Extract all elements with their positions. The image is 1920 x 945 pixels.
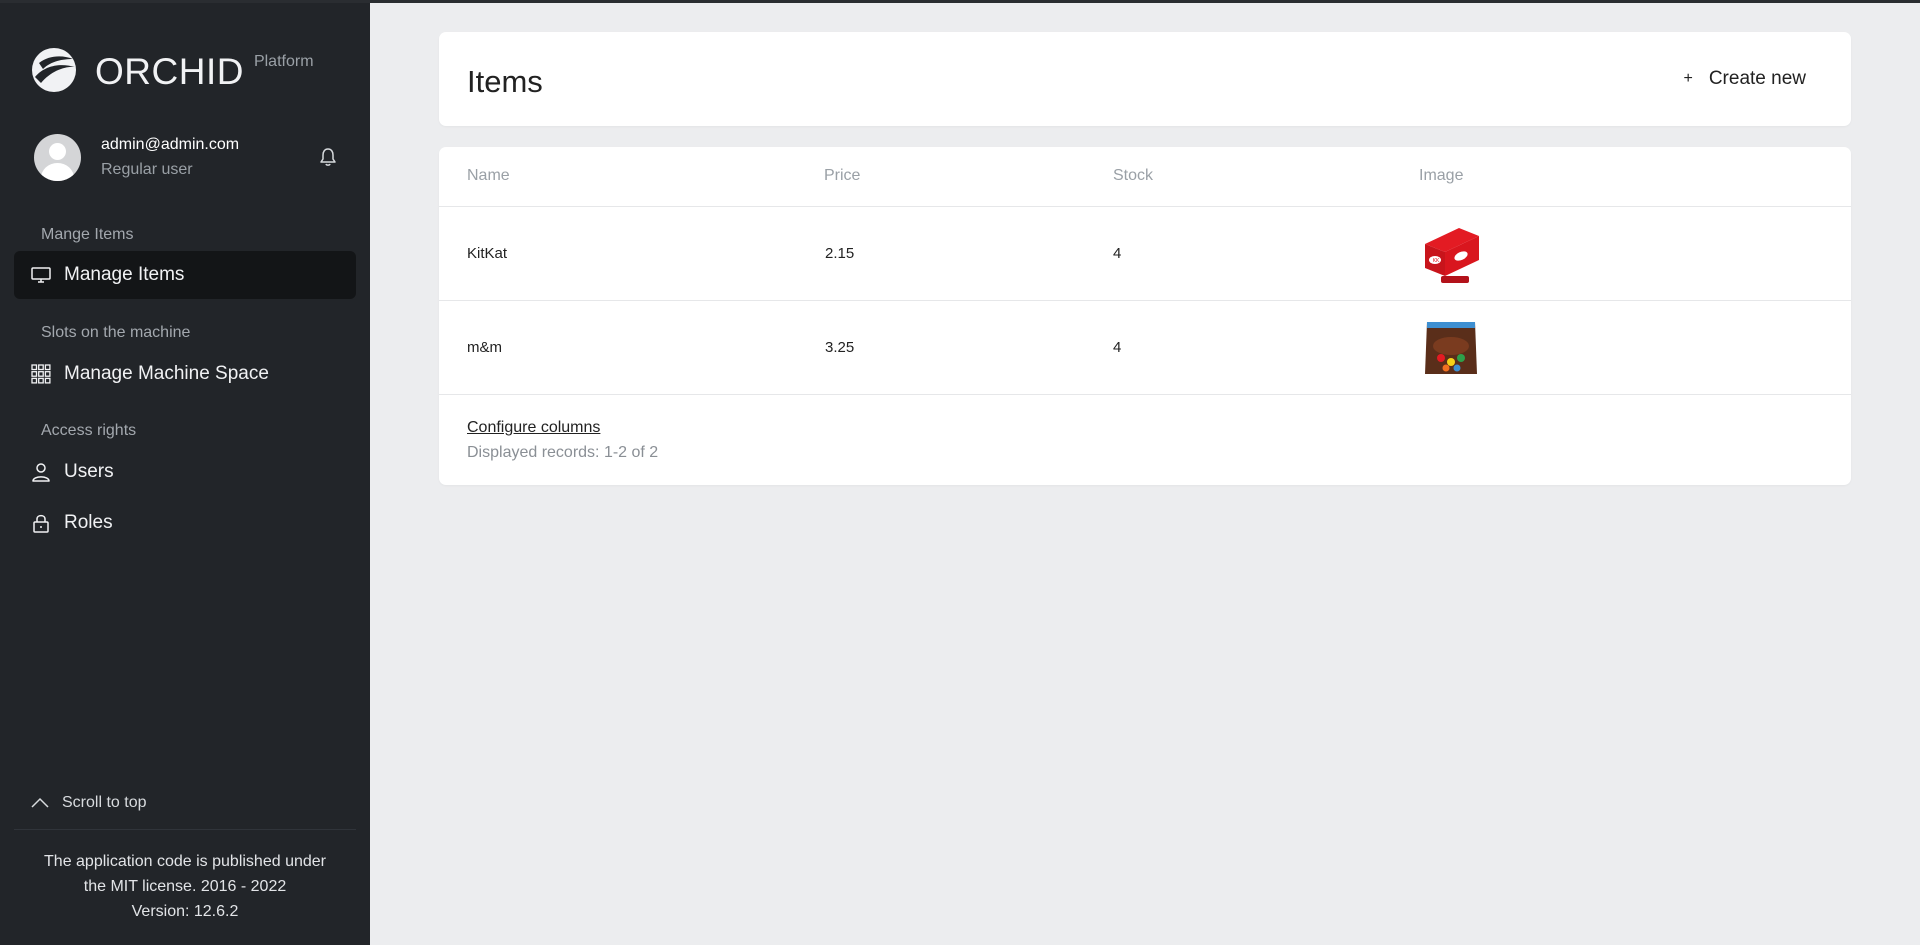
svg-text:KK: KK [1433, 258, 1440, 264]
column-header-stock[interactable]: Stock [1113, 167, 1153, 185]
items-table: Name Price Stock Image KitKat 2.15 4 KK … [439, 147, 1851, 485]
version-text: Version: 12.6.2 [131, 903, 239, 920]
profile-email: admin@admin.com [101, 135, 240, 153]
brand[interactable]: ORCHID Platform [31, 47, 314, 97]
profile-role: Regular user [101, 160, 193, 178]
cell-price: 3.25 [825, 339, 855, 356]
page-header: Items + Create new [439, 32, 1851, 126]
license-line-1: The application code is published under [44, 853, 326, 870]
nav-item-label: Roles [64, 512, 113, 533]
column-header-price[interactable]: Price [824, 167, 860, 185]
nav-item-manage-machine-space[interactable]: Manage Machine Space [14, 350, 356, 398]
configure-columns-link[interactable]: Configure columns [467, 419, 600, 437]
brand-name: ORCHID [95, 51, 244, 92]
table-header: Name Price Stock Image [439, 147, 1851, 207]
table-row[interactable]: KitKat 2.15 4 KK [439, 207, 1851, 301]
cell-name[interactable]: KitKat [467, 245, 507, 262]
cell-stock: 4 [1113, 245, 1122, 262]
displayed-records: Displayed records: 1-2 of 2 [467, 444, 659, 461]
scroll-to-top-button[interactable]: Scroll to top [30, 793, 146, 813]
cell-stock: 4 [1113, 339, 1122, 356]
plus-icon: + [1683, 70, 1693, 87]
nav-item-manage-items[interactable]: Manage Items [14, 251, 356, 299]
page-title: Items [467, 64, 543, 99]
create-new-label: Create new [1708, 68, 1806, 89]
nav-item-label: Users [64, 461, 114, 482]
nav-item-users[interactable]: Users [14, 448, 356, 496]
license-line-2: the MIT license. 2016 - 2022 [83, 878, 287, 895]
section-label-slots: Slots on the machine [41, 324, 191, 341]
mm-bag-image [1425, 322, 1477, 374]
nav-item-label: Manage Machine Space [64, 363, 269, 384]
user-icon [30, 461, 52, 483]
nav-item-roles[interactable]: Roles [14, 499, 356, 547]
column-header-name[interactable]: Name [467, 167, 510, 185]
sidebar-divider [14, 829, 356, 830]
monitor-icon [30, 264, 52, 286]
cell-price: 2.15 [825, 245, 855, 262]
section-label-manage-items: Mange Items [41, 226, 134, 243]
brand-subtitle: Platform [253, 53, 314, 70]
section-label-access-rights: Access rights [41, 422, 137, 439]
kitkat-image: KK [1425, 228, 1479, 283]
chevron-up-icon [31, 797, 49, 808]
cell-name[interactable]: m&m [467, 339, 502, 356]
grid-icon [30, 363, 52, 385]
notification-bell-icon[interactable] [316, 145, 340, 169]
avatar [34, 133, 81, 181]
user-profile[interactable]: admin@admin.com Regular user [34, 132, 340, 182]
nav-item-label: Manage Items [64, 264, 185, 285]
sidebar: ORCHID Platform admin@admin.com Regular … [0, 3, 370, 945]
orchid-logo-icon [32, 48, 76, 92]
sidebar-footer: The application code is published under … [0, 849, 370, 924]
create-new-button[interactable]: + Create new [1683, 68, 1806, 90]
table-row[interactable]: m&m 3.25 4 [439, 301, 1851, 395]
column-header-image[interactable]: Image [1419, 167, 1463, 185]
scroll-to-top-label: Scroll to top [62, 794, 147, 811]
lock-icon [30, 512, 52, 534]
